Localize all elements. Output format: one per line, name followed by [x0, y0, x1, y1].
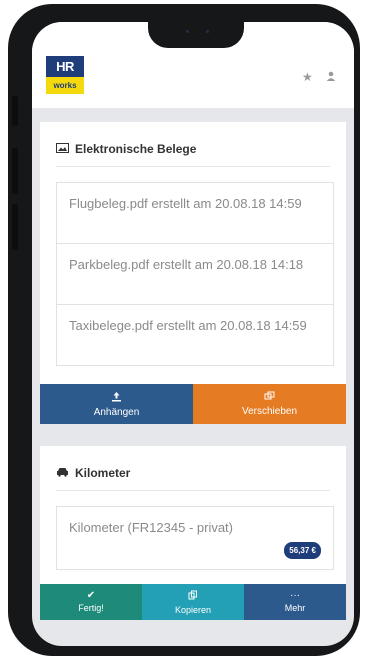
- attach-label: Anhängen: [93, 406, 140, 418]
- more-icon: ···: [290, 590, 300, 601]
- copy-button[interactable]: Kopieren: [142, 584, 244, 620]
- belege-card: Elektronische Belege Flugbeleg.pdf erste…: [40, 122, 346, 402]
- logo-subtext: works: [46, 77, 84, 94]
- amount-badge: 56,37 €: [284, 542, 321, 559]
- move-label: Verschieben: [241, 406, 298, 417]
- kilometer-title-text: Kilometer: [75, 466, 131, 480]
- checkmark-icon: ✔: [86, 590, 96, 601]
- car-icon: [56, 466, 69, 480]
- side-button: [12, 148, 18, 194]
- belege-actions: Anhängen Verschieben: [40, 384, 346, 424]
- belege-title-text: Elektronische Belege: [75, 142, 197, 156]
- move-button[interactable]: Verschieben: [193, 384, 346, 424]
- copy-icon: [188, 590, 198, 603]
- camera-dot: [206, 30, 209, 33]
- more-button[interactable]: ··· Mehr: [244, 584, 346, 620]
- screen: HR works ★ Elektronische Belege Flugbele…: [32, 22, 354, 646]
- attach-button[interactable]: Anhängen: [40, 384, 193, 424]
- more-label: Mehr: [284, 603, 306, 613]
- list-item[interactable]: Taxibelege.pdf erstellt am 20.08.18 14:5…: [56, 304, 334, 366]
- list-item[interactable]: Flugbeleg.pdf erstellt am 20.08.18 14:59: [56, 182, 334, 244]
- phone-frame: HR works ★ Elektronische Belege Flugbele…: [8, 4, 360, 656]
- camera-dot: [186, 30, 189, 33]
- kilometer-title: Kilometer: [56, 466, 130, 480]
- notch: [148, 22, 244, 48]
- star-icon[interactable]: ★: [302, 70, 313, 84]
- kilometer-card: Kilometer Kilometer (FR12345 - privat) 5…: [40, 446, 346, 586]
- copy-label: Kopieren: [174, 604, 212, 615]
- list-item[interactable]: Kilometer (FR12345 - privat) 56,37 €: [56, 506, 334, 570]
- logo-text: HR: [46, 56, 84, 77]
- move-icon: [264, 391, 275, 404]
- user-icon[interactable]: [326, 70, 336, 84]
- divider: [56, 166, 330, 167]
- belege-title: Elektronische Belege: [56, 142, 196, 156]
- side-button: [12, 204, 18, 250]
- image-icon: [56, 142, 69, 156]
- upload-icon: [111, 391, 122, 405]
- kilometer-item-label: Kilometer (FR12345 - privat): [69, 520, 233, 535]
- list-item[interactable]: Parkbeleg.pdf erstellt am 20.08.18 14:18: [56, 243, 334, 305]
- hrworks-logo[interactable]: HR works: [46, 56, 84, 94]
- done-label: Fertig!: [78, 603, 104, 613]
- side-button: [12, 96, 18, 126]
- bottom-action-bar: ✔ Fertig! Kopieren ··· Mehr: [40, 584, 346, 620]
- done-button[interactable]: ✔ Fertig!: [40, 584, 142, 620]
- divider: [56, 490, 330, 491]
